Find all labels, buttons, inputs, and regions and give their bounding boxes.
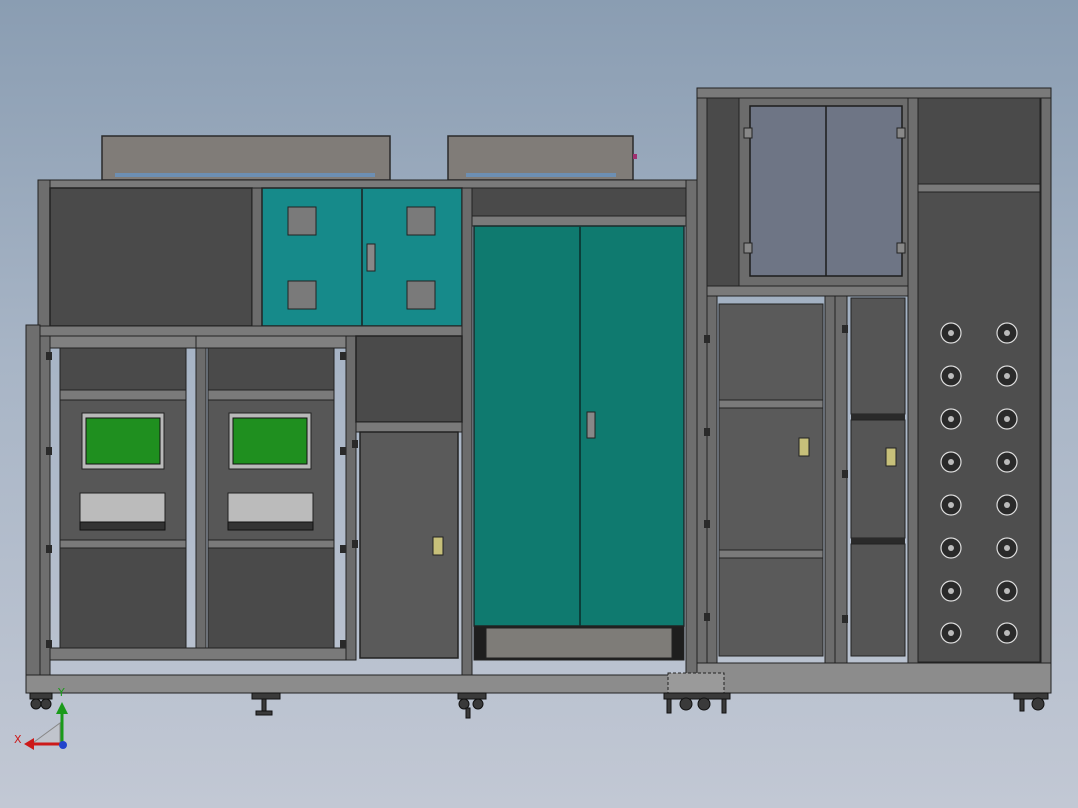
axis-x-label: X xyxy=(14,733,22,746)
door-handle-icon xyxy=(885,447,897,467)
workstation-bay-1 xyxy=(49,335,197,649)
fan-cabinet xyxy=(917,97,1041,663)
hinge-icon xyxy=(743,242,753,254)
top-lid-left xyxy=(101,135,391,181)
right-base-beam xyxy=(696,662,1052,694)
middle-lower-door xyxy=(359,431,459,659)
door-handle-icon xyxy=(366,243,376,272)
top-lid-right xyxy=(447,135,637,181)
hinge-icon xyxy=(896,127,906,139)
middle-upper-panel xyxy=(355,335,463,423)
upper-left-panel xyxy=(49,187,253,327)
caster-wheel-icon xyxy=(29,692,1049,719)
workstation-bay-2 xyxy=(195,335,347,649)
left-base-beam xyxy=(25,674,699,694)
hinge-icon xyxy=(743,127,753,139)
hinge-icon xyxy=(896,242,906,254)
door-handle-icon xyxy=(586,411,596,439)
equipment-cad-drawing xyxy=(24,87,1052,750)
right-tall-door xyxy=(718,303,824,657)
axis-y-label: Y xyxy=(58,686,65,699)
teal-double-door xyxy=(471,187,687,661)
right-narrow-door xyxy=(850,297,906,657)
door-handle-icon xyxy=(798,437,810,457)
door-handle-icon xyxy=(432,536,444,556)
teal-upper-cabinet xyxy=(261,187,463,327)
glass-window-cabinet xyxy=(738,97,909,287)
